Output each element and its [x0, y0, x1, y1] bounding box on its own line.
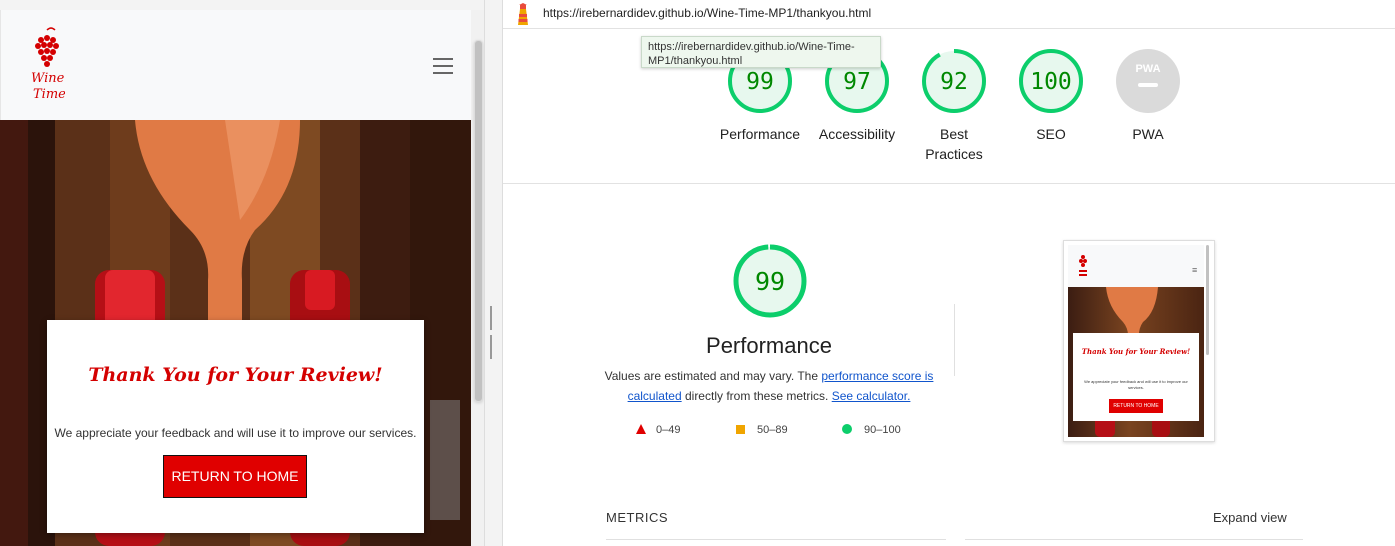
section-vertical-divider — [954, 304, 955, 376]
gauge-pwa[interactable]: PWA PWA — [1098, 48, 1198, 144]
resize-grip-icon[interactable] — [490, 306, 496, 359]
gauge-best-practices[interactable]: 92 Best Practices — [904, 48, 1004, 164]
thumbnail-navbar: ≡ — [1068, 245, 1204, 287]
performance-section: 99 Performance Values are estimated and … — [503, 184, 1395, 546]
site-preview: Wine Time Thank You for Your Review! We … — [0, 0, 484, 546]
svg-text:100: 100 — [1030, 69, 1072, 95]
gauge-label-pwa: PWA — [1132, 126, 1164, 142]
legend-fail-range: 0–49 — [656, 424, 681, 436]
thumbnail-logo — [1079, 255, 1087, 276]
preview-top-strip — [0, 0, 484, 10]
report-url[interactable]: https://irebernardidev.github.io/Wine-Ti… — [543, 6, 871, 20]
gauge-label-best-practices-line1: Best — [939, 126, 968, 142]
gauge-label-best-practices-line2: Practices — [925, 146, 983, 162]
performance-title: Performance — [706, 333, 832, 358]
metrics-divider-left — [606, 539, 946, 540]
svg-text:Wine: Wine — [31, 71, 65, 86]
average-square-icon — [736, 425, 745, 434]
fail-triangle-icon — [636, 424, 646, 434]
performance-description: Values are estimated and may vary. The p… — [603, 366, 935, 406]
gauge-label-best-practices: Best Practices — [904, 124, 1004, 164]
performance-big-gauge: 99 — [733, 244, 807, 318]
legend-average-range: 50–89 — [757, 424, 788, 436]
legend-pass-range: 90–100 — [864, 424, 901, 436]
gauge-label-accessibility: Accessibility — [818, 126, 896, 142]
thank-you-message: We appreciate your feedback and will use… — [54, 426, 417, 440]
thumbnail-title: Thank You for Your Review! — [1081, 347, 1191, 356]
see-calculator-link[interactable]: See calculator. — [832, 389, 911, 403]
legend-average: 50–89 — [736, 424, 788, 436]
svg-text:PWA: PWA — [1135, 63, 1160, 75]
score-gauges-row: 99 Performance 97 Accessibility 92 Best … — [503, 28, 1395, 184]
thumbnail-button: RETURN TO HOME — [1109, 399, 1163, 413]
pane-resize-divider[interactable] — [484, 0, 503, 546]
thumbnail-scrollbar — [1206, 245, 1209, 355]
svg-text:99: 99 — [746, 69, 774, 95]
best-practices-score-ring: 92 — [922, 49, 986, 113]
expand-view-toggle[interactable]: Expand view — [1213, 510, 1287, 525]
hamburger-menu-icon[interactable] — [433, 58, 453, 74]
svg-text:97: 97 — [843, 69, 871, 95]
svg-text:92: 92 — [940, 69, 968, 95]
thumbnail-card: Thank You for Your Review! We appreciate… — [1073, 333, 1199, 421]
thumbnail-hamburger-icon: ≡ — [1192, 265, 1198, 275]
report-url-bar: https://irebernardidev.github.io/Wine-Ti… — [503, 0, 1395, 29]
performance-desc-pre: Values are estimated and may vary. The — [604, 369, 822, 383]
thank-you-card: Thank You for Your Review! We appreciate… — [47, 320, 424, 533]
gauge-seo[interactable]: 100 SEO — [1001, 48, 1101, 144]
legend-fail: 0–49 — [636, 424, 680, 436]
svg-text:99: 99 — [755, 267, 785, 296]
thumbnail-text: We appreciate your feedback and will use… — [1084, 379, 1188, 390]
legend-pass: 90–100 — [842, 424, 901, 436]
lighthouse-icon — [518, 3, 528, 25]
seo-score-ring: 100 — [1019, 49, 1083, 113]
metrics-heading: METRICS — [606, 510, 668, 525]
gauge-label-seo: SEO — [1036, 126, 1066, 142]
final-screenshot-thumbnail[interactable]: ≡ Thank You for Your Review! We apprecia… — [1063, 240, 1215, 442]
wine-time-logo[interactable]: Wine Time — [27, 26, 65, 104]
preview-scrollbar-thumb[interactable] — [474, 40, 483, 402]
site-navbar: Wine Time — [0, 10, 472, 120]
svg-text:Time: Time — [33, 87, 65, 102]
gauge-label-performance: Performance — [719, 126, 801, 142]
pass-circle-icon — [842, 424, 852, 434]
lighthouse-report: https://irebernardidev.github.io/Wine-Ti… — [503, 0, 1395, 546]
preview-scrollbar[interactable] — [471, 10, 484, 546]
url-tooltip: https://irebernardidev.github.io/Wine-Ti… — [641, 36, 881, 68]
pwa-badge-icon: PWA — [1116, 49, 1180, 113]
thank-you-heading: Thank You for Your Review! — [88, 364, 383, 386]
return-to-home-button[interactable]: RETURN TO HOME — [163, 455, 307, 498]
performance-desc-mid: directly from these metrics. — [681, 389, 832, 403]
metrics-divider-right — [965, 539, 1303, 540]
